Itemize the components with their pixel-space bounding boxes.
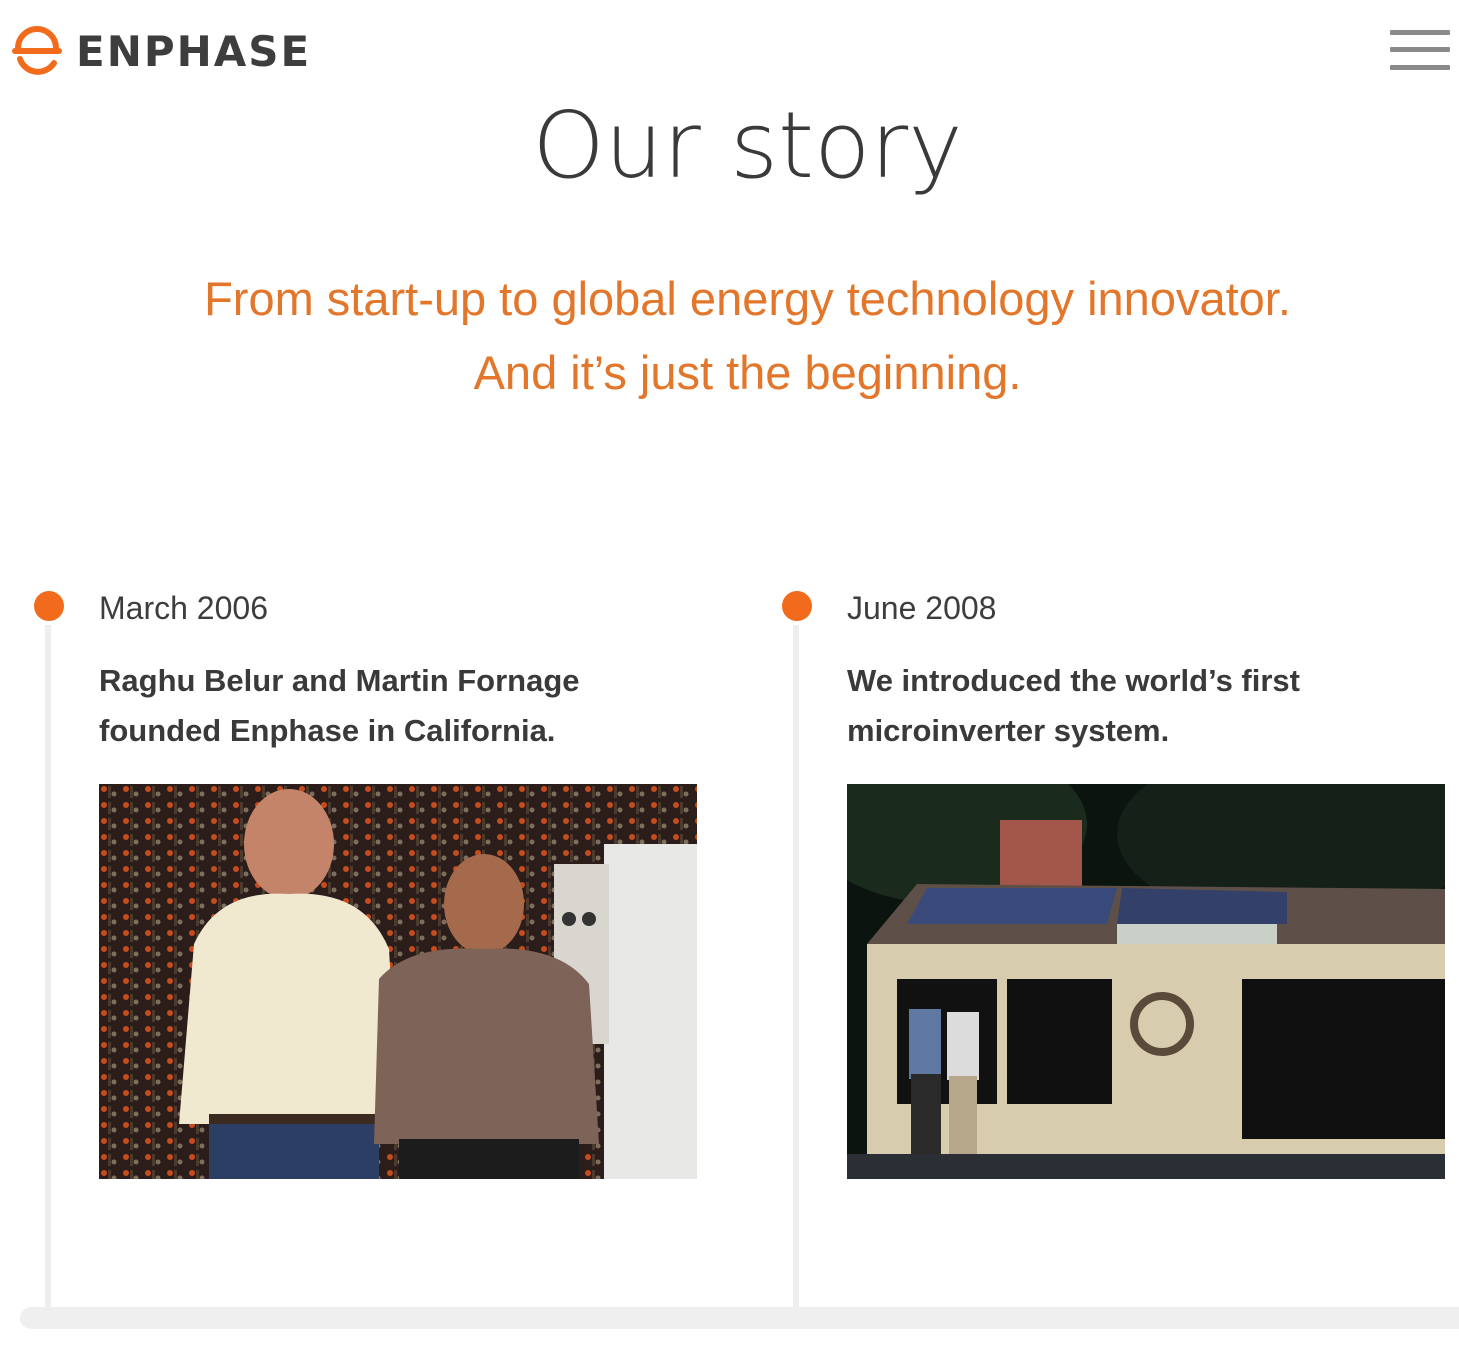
founders-photo: [99, 784, 697, 1179]
timeline-dot: [34, 591, 64, 621]
description-line: founded Enphase in California.: [99, 713, 556, 748]
timeline-date: March 2006: [99, 590, 268, 626]
timeline-description: We introduced the world’s first microinv…: [847, 656, 1447, 756]
description-line: We introduced the world’s first: [847, 663, 1300, 698]
enphase-logo-icon: [12, 26, 62, 75]
site-header: ENPHASE: [0, 0, 1459, 100]
hamburger-menu-icon[interactable]: [1390, 28, 1452, 74]
brand-name: ENPHASE: [76, 26, 312, 76]
page-subtitle: From start-up to global energy technolog…: [0, 262, 1459, 410]
subtitle-line-2: And it’s just the beginning.: [473, 346, 1022, 399]
timeline-date: June 2008: [847, 590, 997, 626]
timeline-description: Raghu Belur and Martin Fornage founded E…: [99, 656, 699, 756]
timeline-line: [793, 625, 799, 1308]
timeline-dot: [782, 591, 812, 621]
description-line: Raghu Belur and Martin Fornage: [99, 663, 580, 698]
house-solar-photo: [847, 784, 1445, 1179]
subtitle-line-1: From start-up to global energy technolog…: [204, 272, 1291, 325]
description-line: microinverter system.: [847, 713, 1170, 748]
enphase-logo[interactable]: ENPHASE: [12, 26, 311, 76]
page-title: Our story: [532, 92, 963, 199]
timeline-line: [45, 625, 51, 1308]
timeline-scrollbar[interactable]: [20, 1307, 1459, 1329]
